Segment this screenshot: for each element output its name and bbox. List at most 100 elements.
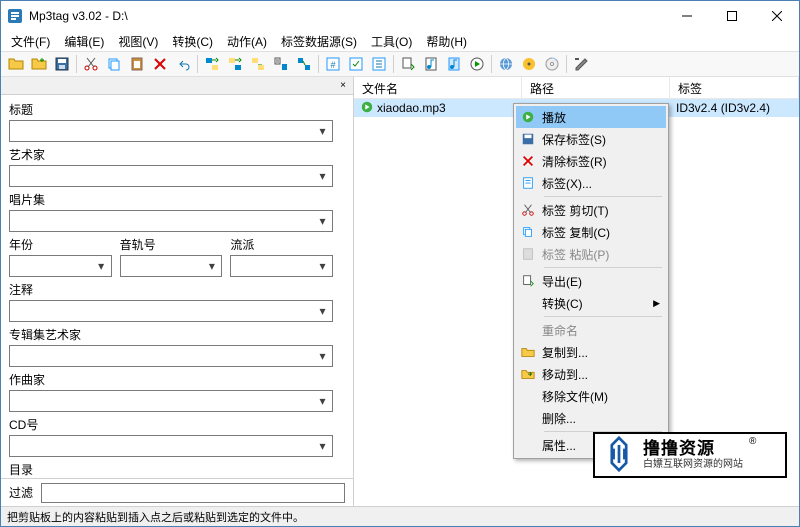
tb-playlist-all[interactable] xyxy=(420,53,442,75)
field-genre[interactable]: ▾ xyxy=(230,255,333,277)
label-albumartist: 专辑集艺术家 xyxy=(9,326,333,343)
ctx-cut[interactable]: 标签 剪切(T) xyxy=(516,199,666,221)
label-artist: 艺术家 xyxy=(9,146,333,163)
tb-source-cd[interactable] xyxy=(541,53,563,75)
tb-actions[interactable] xyxy=(368,53,390,75)
ctx-copy-to[interactable]: 复制到... xyxy=(516,341,666,363)
ctx-copy[interactable]: 标签 复制(C) xyxy=(516,221,666,243)
export-icon xyxy=(520,273,536,289)
menu-actions[interactable]: 动作(A) xyxy=(221,32,273,51)
play-icon xyxy=(520,109,536,125)
ctx-convert[interactable]: 转换(C)▶ xyxy=(516,292,666,314)
window-title: Mp3tag v3.02 - D:\ xyxy=(29,9,664,23)
label-year: 年份 xyxy=(9,236,112,253)
music-file-icon xyxy=(360,100,374,117)
field-artist[interactable]: ▾ xyxy=(9,165,333,187)
chevron-down-icon: ▾ xyxy=(314,212,331,230)
tb-text-to-tag[interactable] xyxy=(270,53,292,75)
chevron-down-icon: ▾ xyxy=(314,302,331,320)
ctx-play[interactable]: 播放 xyxy=(516,106,666,128)
ctx-save-tags[interactable]: 保存标签(S) xyxy=(516,128,666,150)
tb-autonumber[interactable]: # xyxy=(322,53,344,75)
tb-open-folder[interactable] xyxy=(5,53,27,75)
menu-convert[interactable]: 转换(C) xyxy=(166,32,219,51)
chevron-down-icon: ▾ xyxy=(203,257,220,275)
tb-action-quick[interactable] xyxy=(345,53,367,75)
ctx-delete[interactable]: 删除... xyxy=(516,407,666,429)
label-directory: 目录 xyxy=(9,461,333,478)
tb-options[interactable] xyxy=(570,53,592,75)
menu-edit[interactable]: 编辑(E) xyxy=(58,32,110,51)
ctx-paste: 标签 粘贴(P) xyxy=(516,243,666,265)
tb-tag-to-tag[interactable] xyxy=(293,53,315,75)
list-header: 文件名 路径 标签 xyxy=(354,77,799,99)
cell-filename: xiaodao.mp3 xyxy=(377,101,446,115)
tb-add-folder[interactable] xyxy=(28,53,50,75)
field-year[interactable]: ▾ xyxy=(9,255,112,277)
tb-copy[interactable] xyxy=(103,53,125,75)
tag-form: 标题▾ 艺术家▾ 唱片集▾ 年份▾ 音轨号▾ 流派▾ 注释▾ 专辑集艺术家▾ 作… xyxy=(1,95,353,478)
tb-export[interactable] xyxy=(397,53,419,75)
maximize-button[interactable] xyxy=(709,1,754,31)
menu-help[interactable]: 帮助(H) xyxy=(420,32,473,51)
field-album[interactable]: ▾ xyxy=(9,210,333,232)
tb-delete-tag[interactable] xyxy=(149,53,171,75)
ctx-move-to[interactable]: 移动到... xyxy=(516,363,666,385)
titlebar: Mp3tag v3.02 - D:\ xyxy=(1,1,799,31)
ctx-export[interactable]: 导出(E) xyxy=(516,270,666,292)
content: × 标题▾ 艺术家▾ 唱片集▾ 年份▾ 音轨号▾ 流派▾ 注释▾ 专辑集艺术家▾… xyxy=(1,77,799,506)
minimize-button[interactable] xyxy=(664,1,709,31)
chevron-down-icon: ▾ xyxy=(314,347,331,365)
field-albumartist[interactable]: ▾ xyxy=(9,345,333,367)
toolbar: # xyxy=(1,51,799,77)
filter-bar: 过滤 xyxy=(1,478,353,506)
ctx-remove-files[interactable]: 移除文件(M) xyxy=(516,385,666,407)
field-comment[interactable]: ▾ xyxy=(9,300,333,322)
field-discnumber[interactable]: ▾ xyxy=(9,435,333,457)
tb-playlist-sel[interactable] xyxy=(443,53,465,75)
chevron-down-icon: ▾ xyxy=(314,437,331,455)
column-filename[interactable]: 文件名 xyxy=(354,77,522,98)
label-genre: 流派 xyxy=(230,236,333,253)
field-composer[interactable]: ▾ xyxy=(9,390,333,412)
ctx-clear-tags[interactable]: 清除标签(R) xyxy=(516,150,666,172)
copy-icon xyxy=(520,224,536,240)
tag-panel-close[interactable]: × xyxy=(336,79,350,93)
ctx-tags[interactable]: 标签(X)... xyxy=(516,172,666,194)
filter-input[interactable] xyxy=(41,483,345,503)
tags-icon xyxy=(520,175,536,191)
tb-tag-to-file[interactable] xyxy=(201,53,223,75)
registered-icon: ® xyxy=(749,436,756,447)
delete-icon xyxy=(520,153,536,169)
menu-file[interactable]: 文件(F) xyxy=(5,32,56,51)
label-discnumber: CD号 xyxy=(9,416,333,433)
menu-view[interactable]: 视图(V) xyxy=(112,32,164,51)
column-tag[interactable]: 标签 xyxy=(670,77,799,98)
tb-save[interactable] xyxy=(51,53,73,75)
tb-play[interactable] xyxy=(466,53,488,75)
window-buttons xyxy=(664,1,799,31)
tb-source-web[interactable] xyxy=(495,53,517,75)
filter-label: 过滤 xyxy=(9,484,33,501)
label-album: 唱片集 xyxy=(9,191,333,208)
close-button[interactable] xyxy=(754,1,799,31)
menu-tagsources[interactable]: 标签数据源(S) xyxy=(275,32,363,51)
tb-paste[interactable] xyxy=(126,53,148,75)
watermark-subtitle: 白嫖互联网资源的网站 xyxy=(643,459,743,470)
folder-copy-icon xyxy=(520,344,536,360)
context-menu: 播放 保存标签(S) 清除标签(R) 标签(X)... 标签 剪切(T) 标签 … xyxy=(513,103,669,459)
app-window: Mp3tag v3.02 - D:\ 文件(F) 编辑(E) 视图(V) 转换(… xyxy=(0,0,800,527)
tag-panel-header: × xyxy=(1,77,353,95)
tb-file-to-tag[interactable] xyxy=(224,53,246,75)
field-track[interactable]: ▾ xyxy=(120,255,223,277)
statusbar: 把剪贴板上的内容粘贴到插入点之后或粘贴到选定的文件中。 xyxy=(1,506,799,526)
field-title[interactable]: ▾ xyxy=(9,120,333,142)
tb-undo[interactable] xyxy=(172,53,194,75)
column-path[interactable]: 路径 xyxy=(522,77,670,98)
tb-file-to-file[interactable] xyxy=(247,53,269,75)
watermark: 撸撸资源 白嫖互联网资源的网站 ® xyxy=(593,432,787,478)
menu-tools[interactable]: 工具(O) xyxy=(365,32,418,51)
tb-source-cover[interactable] xyxy=(518,53,540,75)
folder-move-icon xyxy=(520,366,536,382)
tb-cut[interactable] xyxy=(80,53,102,75)
